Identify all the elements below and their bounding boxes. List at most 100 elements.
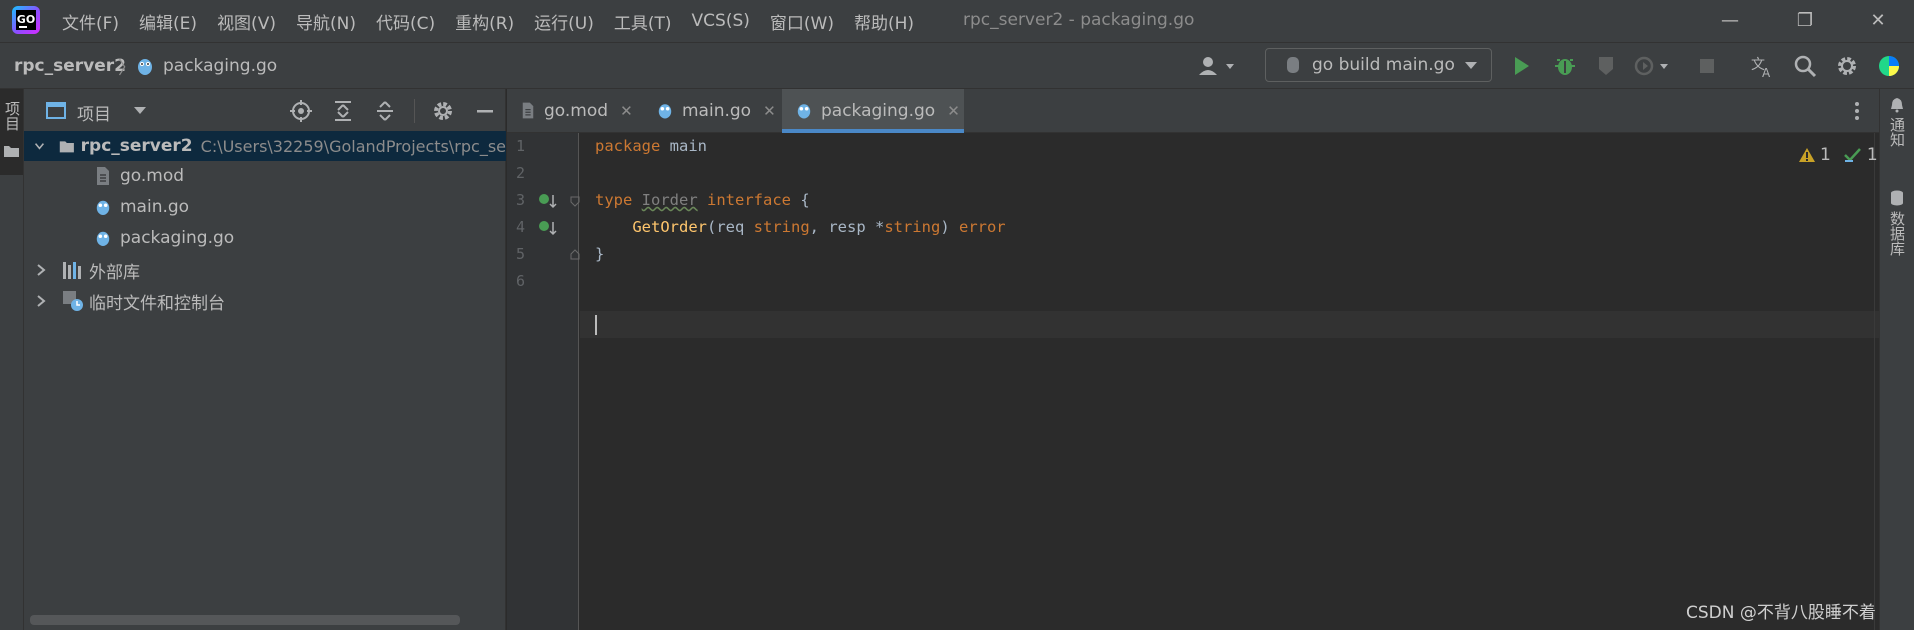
editor-tab-bar: go.mod ✕ main.go ✕ packaging.go ✕ <box>507 89 1879 133</box>
editor: go.mod ✕ main.go ✕ packaging.go ✕ 1 2 3 … <box>507 89 1913 630</box>
line-number: 3 <box>515 191 525 209</box>
settings-gear-icon[interactable] <box>431 99 455 123</box>
code-area[interactable]: package main type Iorder interface { Get… <box>580 133 1913 630</box>
tab-label: go.mod <box>544 100 609 121</box>
project-panel: 项目 rpc_server2 C:\Users\32259\GolandProj… <box>24 89 506 630</box>
line-number: 1 <box>515 137 525 155</box>
database-icon <box>1891 190 1903 206</box>
chevron-right-icon[interactable] <box>34 294 48 308</box>
folder-icon <box>4 146 19 157</box>
menu-file[interactable]: 文件(F) <box>62 9 119 34</box>
coverage-icon[interactable] <box>1594 53 1620 79</box>
debug-icon[interactable] <box>1552 53 1578 79</box>
tab-label: packaging.go <box>821 100 936 121</box>
menu-vcs[interactable]: VCS(S) <box>692 11 750 31</box>
tab-packaging-go[interactable]: packaging.go ✕ <box>782 89 964 132</box>
expand-all-icon[interactable] <box>331 99 355 123</box>
window-title: rpc_server2 - packaging.go <box>963 10 1195 30</box>
mod-file-icon <box>97 167 109 185</box>
project-view-icon <box>46 102 66 119</box>
go-build-config-icon <box>1287 57 1299 73</box>
stop-icon[interactable] <box>1694 53 1720 79</box>
right-tool-window-strip: 通知 数据库 <box>1879 89 1914 630</box>
menu-edit[interactable]: 编辑(E) <box>139 9 197 34</box>
navigation-bar: rpc_server2 〉 packaging.go go build main… <box>0 42 1914 89</box>
restore-button[interactable]: ❐ <box>1780 6 1830 36</box>
code-with-me-icon[interactable] <box>1876 53 1902 79</box>
tree-row-project-root[interactable]: rpc_server2 C:\Users\32259\GolandProject… <box>24 131 506 161</box>
go-gopher-file-icon <box>136 56 154 81</box>
breadcrumb-project[interactable]: rpc_server2 <box>14 56 126 76</box>
project-root-name: rpc_server2 <box>80 136 193 156</box>
menu-run[interactable]: 运行(U) <box>534 9 594 34</box>
hide-panel-icon[interactable] <box>473 99 497 123</box>
project-tool-tab-label: 项目 <box>3 101 21 131</box>
menu-navigate[interactable]: 导航(N) <box>296 9 356 34</box>
menu-code[interactable]: 代码(C) <box>376 9 435 34</box>
library-icon <box>63 262 81 279</box>
locate-target-icon[interactable] <box>289 99 313 123</box>
breadcrumb-file[interactable]: packaging.go <box>163 56 277 76</box>
fold-icon[interactable] <box>570 196 580 208</box>
chevron-right-icon[interactable] <box>34 263 48 277</box>
tree-row-external-libraries[interactable]: 外部库 <box>24 255 506 285</box>
minimize-button[interactable]: — <box>1705 6 1755 36</box>
project-tool-tab[interactable]: 项目 <box>0 89 23 175</box>
editor-gutter: 1 2 3 4 5 6 <box>507 133 580 630</box>
mod-file-icon <box>522 102 534 119</box>
implemented-gutter-icon[interactable] <box>538 219 558 237</box>
project-panel-title[interactable]: 项目 <box>77 100 111 125</box>
goland-logo-icon[interactable]: GO <box>12 6 40 34</box>
menu-view[interactable]: 视图(V) <box>217 9 276 34</box>
watermark-text: CSDN @不背八股睡不着 <box>1686 603 1876 623</box>
text-caret <box>595 315 597 335</box>
menu-bar: GO 文件(F) 编辑(E) 视图(V) 导航(N) 代码(C) 重构(R) 运… <box>0 0 1914 42</box>
database-tab[interactable]: 数据库 <box>1887 211 1908 256</box>
close-window-button[interactable]: ✕ <box>1853 6 1903 36</box>
implemented-gutter-icon[interactable] <box>538 192 558 210</box>
close-tab-icon[interactable]: ✕ <box>620 102 633 120</box>
chevron-down-icon <box>1465 62 1477 69</box>
run-icon[interactable] <box>1508 53 1534 79</box>
translate-icon[interactable]: 文A <box>1750 53 1776 80</box>
more-options-icon[interactable] <box>1853 99 1861 123</box>
line-number: 6 <box>515 272 525 290</box>
profile-icon[interactable] <box>1632 53 1668 79</box>
code-line: GetOrder(req string, resp *string) error <box>632 218 1006 236</box>
scratches-clock-icon <box>63 291 83 311</box>
line-number: 5 <box>515 245 525 263</box>
tree-row-scratches[interactable]: 临时文件和控制台 <box>24 286 506 316</box>
menu-window[interactable]: 窗口(W) <box>770 9 834 34</box>
notifications-tab[interactable]: 通知 <box>1887 117 1908 147</box>
code-line: } <box>595 245 605 263</box>
tree-file-label: main.go <box>120 197 190 217</box>
search-icon[interactable] <box>1792 53 1818 79</box>
vcs-user-icon[interactable] <box>1196 53 1238 79</box>
tree-row-file[interactable]: go.mod <box>24 161 506 191</box>
menu-tools[interactable]: 工具(T) <box>614 9 672 34</box>
horizontal-scrollbar[interactable] <box>30 615 460 625</box>
chevron-down-icon[interactable] <box>133 106 147 116</box>
chevron-down-icon[interactable] <box>34 139 45 153</box>
tree-group-label: 临时文件和控制台 <box>89 293 225 314</box>
svg-text:A: A <box>1762 66 1771 79</box>
tab-main-go[interactable]: main.go ✕ <box>657 89 776 132</box>
tab-go-mod[interactable]: go.mod ✕ <box>521 89 633 132</box>
settings-gear-icon[interactable] <box>1834 53 1860 79</box>
close-tab-icon[interactable]: ✕ <box>763 102 776 120</box>
run-configuration-select[interactable]: go build main.go <box>1265 48 1492 82</box>
right-margin-guide <box>1874 133 1875 630</box>
bell-icon <box>1891 98 1903 113</box>
header-divider <box>414 99 415 123</box>
menu-refactor[interactable]: 重构(R) <box>455 9 514 34</box>
menu-help[interactable]: 帮助(H) <box>854 9 914 34</box>
tree-row-file[interactable]: main.go <box>24 192 506 222</box>
collapse-all-icon[interactable] <box>373 99 397 123</box>
weak-warning-count: 1 <box>1866 145 1878 165</box>
tree-file-label: packaging.go <box>120 228 235 248</box>
close-tab-icon[interactable]: ✕ <box>947 102 960 120</box>
tree-row-file[interactable]: packaging.go <box>24 223 506 253</box>
left-tool-window-strip: 项目 <box>0 89 24 630</box>
line-number: 2 <box>515 164 525 182</box>
fold-icon[interactable] <box>570 248 580 260</box>
